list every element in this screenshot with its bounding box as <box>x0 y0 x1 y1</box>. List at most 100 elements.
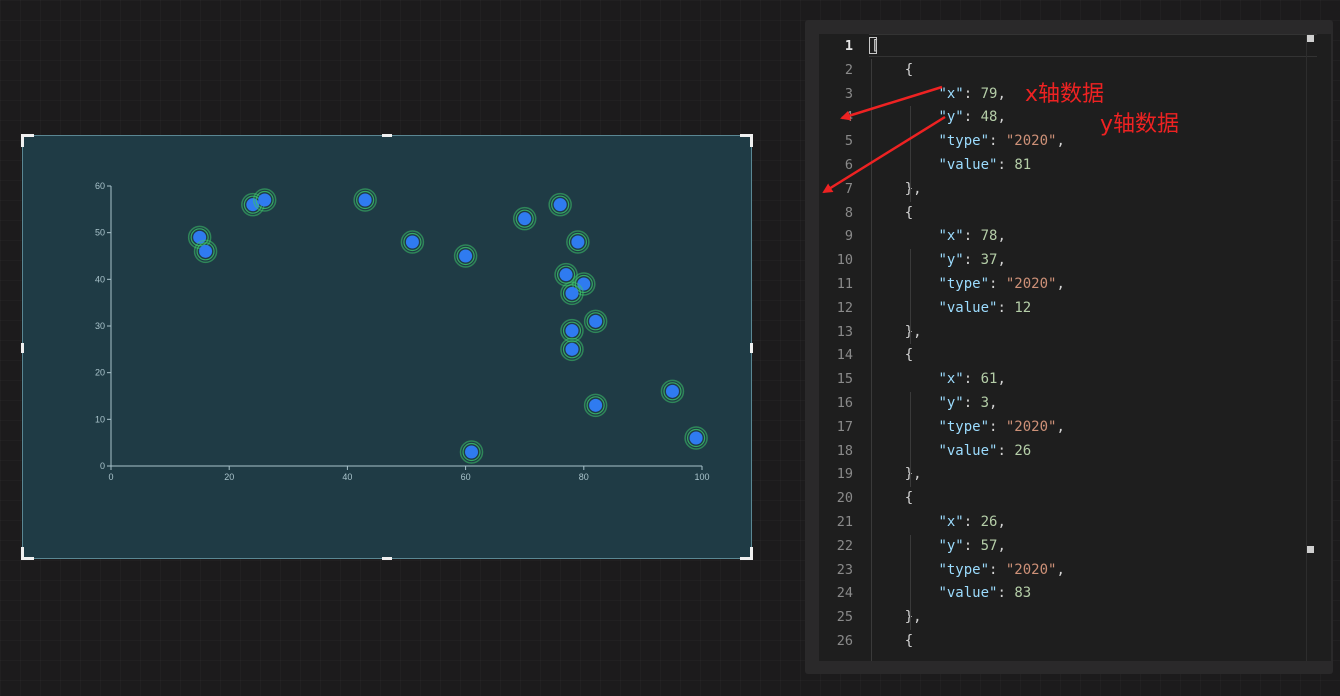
code-text: "y": 3, <box>871 392 997 416</box>
code-punctuation: : <box>989 561 1006 578</box>
code-punctuation: , <box>997 109 1006 126</box>
code-line[interactable]: 22 "y": 57, <box>819 535 1319 559</box>
code-punctuation: { <box>871 204 914 221</box>
code-punctuation: }, <box>871 323 922 340</box>
code-line[interactable]: 26 { <box>819 630 1319 654</box>
scatter-point <box>559 268 573 282</box>
scatter-point <box>689 431 703 445</box>
code-line[interactable]: 7 }, <box>819 178 1319 202</box>
line-number: 13 <box>836 323 853 340</box>
annotation-y-label: y轴数据 <box>1100 112 1180 137</box>
code-punctuation: , <box>997 228 1006 245</box>
code-line[interactable]: 9 "x": 78, <box>819 225 1319 249</box>
code-line[interactable]: 20 { <box>819 487 1319 511</box>
x-tick-label: 20 <box>224 472 234 482</box>
y-tick-label: 60 <box>95 181 105 191</box>
json-value: 79 <box>980 85 998 102</box>
json-key: "x" <box>938 85 964 102</box>
code-punctuation: : <box>963 514 981 530</box>
code-line[interactable]: 21 "x": 26, <box>819 511 1319 535</box>
json-key: "type" <box>938 418 990 435</box>
code-line[interactable]: 6 "value": 81 <box>819 154 1319 178</box>
scatter-point <box>465 445 479 459</box>
code-line[interactable]: 23 "type": "2020", <box>819 559 1319 583</box>
code-text: "x": 61, <box>871 368 1005 392</box>
code-text: "type": "2020", <box>871 273 1064 297</box>
line-number: 22 <box>836 537 853 554</box>
scatter-chart-widget[interactable]: 0 20 40 60 80 100 0 10 20 30 40 50 60 <box>21 134 753 560</box>
code-line[interactable]: 19 }, <box>819 463 1319 487</box>
line-number: 3 <box>844 85 853 102</box>
json-value: 37 <box>980 252 998 269</box>
scatter-point <box>565 342 579 356</box>
code-line[interactable]: 11 "type": "2020", <box>819 273 1319 297</box>
code-line[interactable]: 16 "y": 3, <box>819 392 1319 416</box>
scatter-point <box>571 235 585 249</box>
json-key: "value" <box>938 585 998 602</box>
line-number: 1 <box>844 38 853 54</box>
annotation-x-label: x轴数据 <box>1025 82 1105 107</box>
code-text: }, <box>871 178 922 202</box>
x-tick-label: 40 <box>342 472 352 482</box>
y-tick-label: 20 <box>95 368 105 378</box>
code-text: "x": 26, <box>871 511 1005 535</box>
json-editor-panel: 1[2 {3 "x": 79, 4 "y": 48, 5 "type": "2020… <box>805 20 1333 674</box>
x-tick-label: 100 <box>694 472 709 482</box>
scatter-point <box>258 193 272 207</box>
indent-guide <box>910 249 911 345</box>
json-key: "type" <box>938 133 990 150</box>
json-key: "y" <box>938 537 964 554</box>
line-number: 17 <box>836 418 853 435</box>
code-punctuation: : <box>963 85 981 102</box>
line-number: 9 <box>844 228 853 245</box>
code-text: "type": "2020", <box>871 559 1064 583</box>
code-punctuation: }, <box>871 180 922 197</box>
code-line[interactable]: 17 "type": "2020", <box>819 416 1319 440</box>
json-key: "x" <box>938 371 964 388</box>
code-text: }, <box>871 321 922 345</box>
code-line[interactable]: 8 { <box>819 202 1319 226</box>
code-line[interactable]: 1[ <box>819 35 1319 59</box>
y-tick-label: 10 <box>95 414 105 424</box>
code-punctuation: : <box>989 418 1006 435</box>
line-number: 20 <box>836 490 853 507</box>
json-value: 83 <box>1014 585 1032 602</box>
code-line[interactable]: 4 "y": 48, <box>819 106 1319 130</box>
code-editor[interactable]: 1[2 {3 "x": 79, 4 "y": 48, 5 "type": "2020… <box>819 34 1331 661</box>
line-number: 21 <box>836 514 853 530</box>
x-tick-label: 60 <box>461 472 471 482</box>
json-value: "2020" <box>1005 561 1057 578</box>
json-key: "type" <box>938 276 990 292</box>
code-line[interactable]: 24 "value": 83 <box>819 582 1319 606</box>
line-number: 10 <box>836 252 853 269</box>
line-number: 23 <box>836 561 853 578</box>
code-line[interactable]: 12 "value": 12 <box>819 297 1319 321</box>
code-line[interactable]: 13 }, <box>819 321 1319 345</box>
code-line[interactable]: 5 "type": "2020", <box>819 130 1319 154</box>
scrollbar-position-marker <box>1307 546 1314 553</box>
vertical-scrollbar[interactable] <box>1306 34 1321 661</box>
json-key: "type" <box>938 561 990 578</box>
code-line[interactable]: 15 "x": 61, <box>819 368 1319 392</box>
json-value: "2020" <box>1005 418 1057 435</box>
code-line[interactable]: 10 "y": 37, <box>819 249 1319 273</box>
scatter-chart: 0 20 40 60 80 100 0 10 20 30 40 50 60 <box>95 181 710 482</box>
code-text: "x": 78, <box>871 225 1006 249</box>
code-line[interactable]: 14 { <box>819 344 1319 368</box>
code-punctuation: : <box>997 157 1015 173</box>
code-punctuation: { <box>871 633 914 649</box>
code-line[interactable]: 25 }, <box>819 606 1319 630</box>
indent-guide <box>910 392 911 488</box>
code-punctuation: , <box>997 85 1006 102</box>
code-punctuation: : <box>989 133 1006 150</box>
code-punctuation: : <box>963 252 981 269</box>
code-punctuation: : <box>997 299 1015 316</box>
y-tick-label: 50 <box>95 228 105 238</box>
code-line[interactable]: 18 "value": 26 <box>819 440 1319 464</box>
json-value: 26 <box>980 514 998 530</box>
